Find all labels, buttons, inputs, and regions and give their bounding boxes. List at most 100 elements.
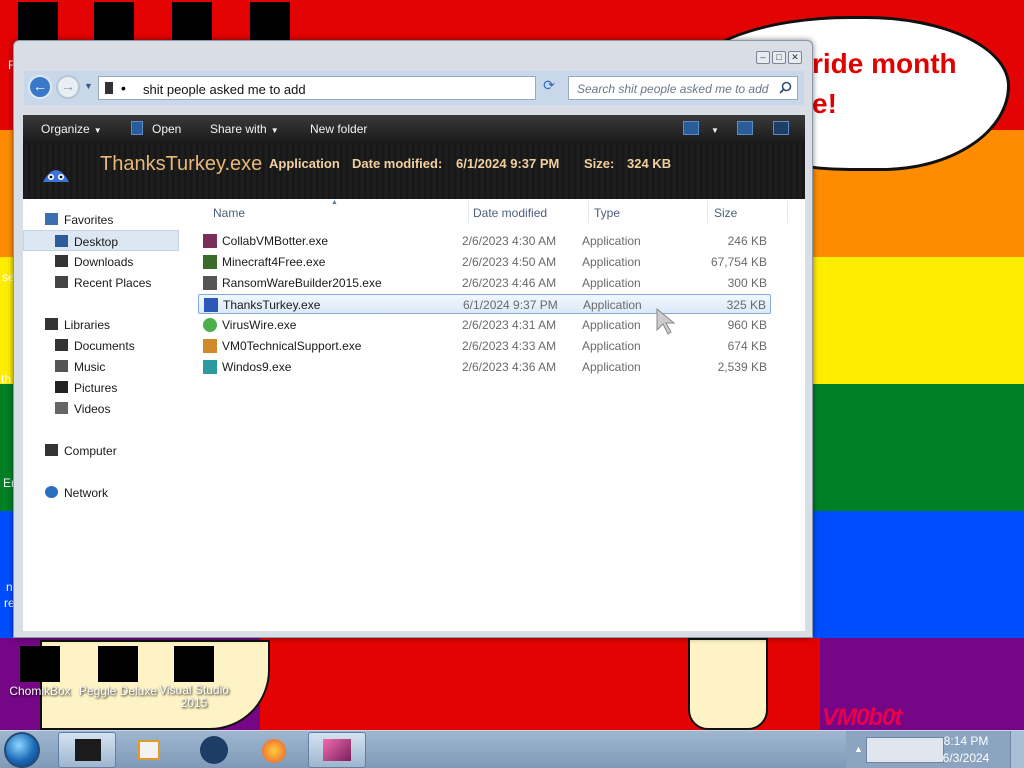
file-row[interactable]: RansomWareBuilder2015.exe 2/6/2023 4:46 … (198, 273, 771, 293)
file-row[interactable]: VirusWire.exe 2/6/2023 4:31 AM Applicati… (198, 315, 771, 335)
new-folder-button[interactable]: New folder (310, 122, 367, 136)
app-file-icon (203, 276, 217, 290)
taskbar-explorer-button[interactable] (58, 732, 116, 768)
nav-videos[interactable]: Videos (23, 398, 179, 419)
column-header-size[interactable]: Size (714, 206, 737, 220)
column-divider[interactable] (468, 201, 469, 223)
app-file-icon (204, 298, 218, 312)
column-divider[interactable] (707, 201, 708, 223)
taskbar-app-button[interactable] (190, 732, 248, 768)
clock-time[interactable]: 8:14 PM (936, 734, 996, 748)
address-path[interactable]: shit people asked me to add (143, 82, 306, 97)
vm-watermark: VM0b0t (822, 704, 902, 731)
show-desktop-button[interactable] (1010, 731, 1024, 768)
refresh-icon[interactable]: ⟳ (539, 77, 559, 97)
file-date: 2/6/2023 4:50 AM (462, 255, 557, 269)
details-size-label: Size: (584, 156, 615, 171)
search-input[interactable]: Search shit people asked me to add (568, 76, 798, 100)
share-with-button[interactable]: Share with ▼ (210, 122, 279, 136)
nav-label: Favorites (64, 213, 114, 227)
organize-button[interactable]: Organize ▼ (41, 122, 102, 136)
file-row[interactable]: VM0TechnicalSupport.exe 2/6/2023 4:33 AM… (198, 336, 771, 356)
favorites-star-icon (45, 213, 58, 225)
file-type: Application (583, 298, 642, 312)
nav-computer[interactable]: Computer (23, 440, 179, 461)
taskbar-paint-button[interactable] (308, 732, 366, 768)
nav-music[interactable]: Music (23, 356, 179, 377)
file-row[interactable]: Minecraft4Free.exe 2/6/2023 4:50 AM Appl… (198, 252, 771, 272)
wallpaper-drawing-shape (688, 638, 768, 730)
maximize-button[interactable]: □ (772, 51, 786, 64)
nav-label: Computer (64, 444, 117, 458)
file-size: 2,539 KB (717, 360, 767, 374)
explorer-content: Favorites Desktop Downloads Recent Place… (23, 199, 805, 631)
music-icon (55, 360, 68, 372)
file-size: 67,754 KB (710, 255, 767, 269)
address-bar[interactable]: • shit people asked me to add ▼ (98, 76, 596, 100)
file-size: 674 KB (727, 339, 767, 353)
app-file-icon (203, 318, 217, 332)
taskbar-media-player-button[interactable] (124, 732, 182, 768)
file-type: Application (582, 276, 641, 290)
nav-downloads[interactable]: Downloads (23, 251, 179, 272)
desktop-icon[interactable] (94, 2, 134, 40)
file-row[interactable]: Windos9.exe 2/6/2023 4:36 AM Application… (198, 357, 771, 377)
app-file-icon (203, 360, 217, 374)
file-row[interactable]: CollabVMBotter.exe 2/6/2023 4:30 AM Appl… (198, 231, 771, 251)
close-button[interactable]: ✕ (788, 51, 802, 64)
nav-favorites[interactable]: Favorites (23, 209, 179, 230)
file-date: 2/6/2023 4:33 AM (462, 339, 557, 353)
taskbar-firefox-button[interactable] (246, 732, 304, 768)
open-button[interactable]: Open (152, 122, 181, 136)
nav-label: Desktop (74, 235, 119, 249)
tray-icons[interactable] (866, 737, 944, 763)
view-dropdown-icon[interactable]: ▼ (707, 122, 719, 136)
file-date: 6/1/2024 9:37 PM (463, 298, 558, 312)
nav-pictures[interactable]: Pictures (23, 377, 179, 398)
nav-network[interactable]: Network (23, 482, 179, 503)
back-button[interactable]: ← (28, 75, 52, 99)
nav-label: Documents (74, 339, 135, 353)
desktop-icon[interactable] (172, 2, 212, 40)
details-modified-label: Date modified: (352, 156, 443, 171)
desktop-icon-chomikbox[interactable]: ChomikBox (0, 646, 80, 698)
desktop-icon[interactable] (250, 2, 290, 40)
folder-icon (105, 82, 113, 94)
nav-desktop[interactable]: Desktop (23, 230, 179, 251)
details-file-name: ThanksTurkey.exe (100, 153, 263, 175)
desktop-icon[interactable] (18, 2, 58, 40)
help-icon[interactable] (773, 121, 789, 135)
visual-studio-icon (174, 646, 214, 682)
search-icon[interactable] (779, 81, 792, 94)
desktop-icon-peggle[interactable]: Peggle Deluxe (78, 646, 158, 698)
nav-recent-places[interactable]: Recent Places (23, 272, 179, 293)
minimize-button[interactable]: – (756, 51, 770, 64)
details-file-type: Application (269, 156, 340, 171)
documents-icon (55, 339, 68, 351)
column-header-type[interactable]: Type (594, 206, 620, 220)
nav-documents[interactable]: Documents (23, 335, 179, 356)
column-divider[interactable] (588, 201, 589, 223)
libraries-icon (45, 318, 58, 330)
column-header-date-modified[interactable]: Date modified (473, 206, 547, 220)
start-button[interactable] (4, 732, 40, 768)
file-size: 960 KB (727, 318, 767, 332)
column-divider[interactable] (787, 201, 788, 223)
column-header-name[interactable]: Name (213, 206, 245, 220)
desktop-icon-visual-studio[interactable]: Visual Studio 2015 (154, 646, 234, 710)
file-size: 300 KB (727, 276, 767, 290)
file-row-selected[interactable]: ThanksTurkey.exe 6/1/2024 9:37 PM Applic… (198, 294, 771, 314)
preview-pane-icon[interactable] (737, 121, 753, 135)
recent-pages-dropdown[interactable]: ▼ (84, 81, 93, 91)
breadcrumb-separator-icon[interactable]: • (121, 80, 126, 96)
nav-libraries[interactable]: Libraries (23, 314, 179, 335)
forward-button[interactable]: → (56, 75, 80, 99)
nav-label: Downloads (74, 255, 134, 269)
clock-date[interactable]: 6/3/2024 (936, 751, 996, 765)
show-hidden-icons-icon[interactable]: ▲ (854, 744, 863, 754)
system-tray: ▲ 8:14 PM 6/3/2024 (846, 731, 1024, 768)
downloads-icon (55, 255, 68, 267)
file-date: 2/6/2023 4:31 AM (462, 318, 557, 332)
change-view-icon[interactable] (683, 121, 699, 135)
explorer-window[interactable]: – □ ✕ ← → ▼ • shit people asked me to ad… (13, 40, 813, 638)
